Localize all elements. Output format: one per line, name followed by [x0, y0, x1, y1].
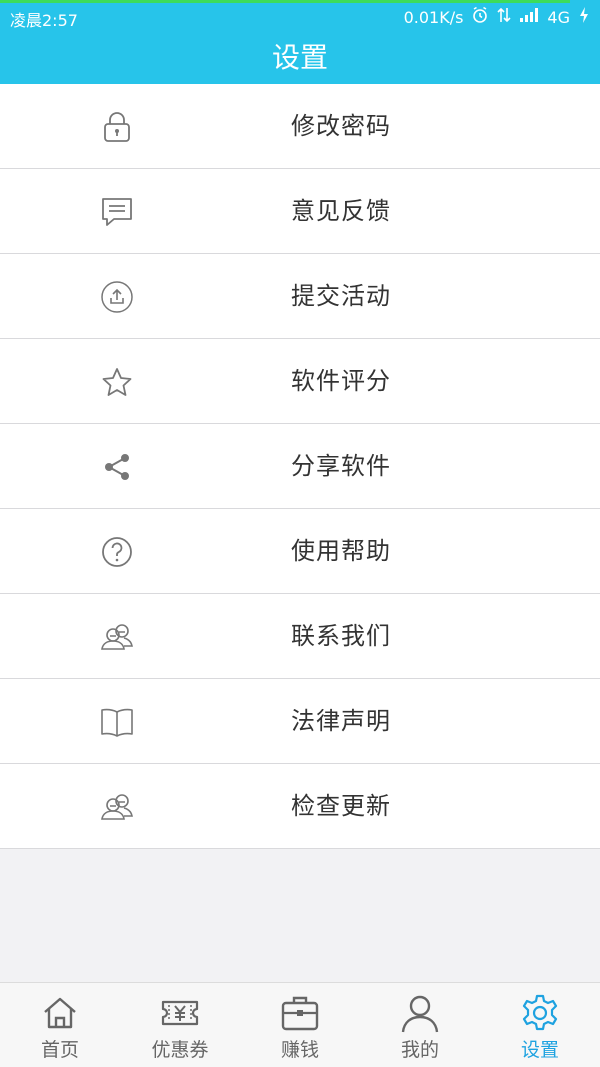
menu-item-submit-activity[interactable]: 提交活动	[0, 254, 600, 339]
alarm-icon	[471, 6, 489, 28]
menu-item-label: 使用帮助	[291, 537, 391, 565]
menu-item-change-password[interactable]: 修改密码	[0, 84, 600, 169]
status-right: 0.01K/s 4G	[404, 6, 590, 28]
status-bar: 凌晨2:57 0.01K/s 4G	[0, 0, 600, 34]
menu-item-feedback[interactable]: 意见反馈	[0, 169, 600, 254]
menu-item-contact-us[interactable]: 联系我们	[0, 594, 600, 679]
menu-item-legal[interactable]: 法律声明	[0, 679, 600, 764]
tab-label: 首页	[40, 1039, 79, 1061]
page-title: 设置	[0, 34, 600, 84]
user-icon	[401, 995, 439, 1033]
menu-item-label: 联系我们	[291, 622, 391, 650]
net-speed: 0.01K/s	[403, 7, 464, 27]
settings-list: 修改密码 意见反馈 提交活动 软件评分 分享软件 使用帮助 联系我们 法律声明 …	[0, 84, 600, 849]
charging-icon	[578, 6, 590, 28]
coupon-icon	[161, 1000, 199, 1026]
status-time: 凌晨2:57	[10, 11, 78, 30]
tab-mine[interactable]: 我的	[360, 983, 480, 1067]
tab-earn[interactable]: 赚钱	[240, 983, 360, 1067]
tab-label: 设置	[520, 1039, 559, 1061]
settings-icon	[522, 994, 558, 1031]
home-icon	[44, 997, 76, 1029]
tab-label: 赚钱	[280, 1039, 319, 1061]
network-type: 4G	[547, 7, 570, 27]
signal-icon	[519, 7, 539, 27]
bottom-tab-bar: 首页 优惠券 赚钱 我的 设置	[0, 982, 600, 1067]
menu-item-label: 法律声明	[291, 707, 391, 735]
data-transfer-icon	[497, 6, 511, 28]
menu-item-label: 软件评分	[291, 367, 391, 395]
tab-label: 我的	[400, 1039, 439, 1061]
menu-item-help[interactable]: 使用帮助	[0, 509, 600, 594]
menu-item-share-app[interactable]: 分享软件	[0, 424, 600, 509]
tab-label: 优惠券	[151, 1039, 209, 1061]
menu-item-rate-app[interactable]: 软件评分	[0, 339, 600, 424]
briefcase-icon	[281, 996, 319, 1031]
progress-line	[0, 0, 570, 3]
tab-coupons[interactable]: 优惠券	[120, 983, 240, 1067]
menu-item-label: 意见反馈	[291, 197, 391, 225]
menu-item-label: 提交活动	[291, 282, 391, 310]
tab-settings[interactable]: 设置	[480, 983, 600, 1067]
menu-item-check-update[interactable]: 检查更新	[0, 764, 600, 849]
menu-item-label: 检查更新	[291, 792, 391, 820]
menu-item-label: 修改密码	[291, 112, 391, 140]
menu-item-label: 分享软件	[291, 452, 391, 480]
tab-home[interactable]: 首页	[0, 983, 120, 1067]
